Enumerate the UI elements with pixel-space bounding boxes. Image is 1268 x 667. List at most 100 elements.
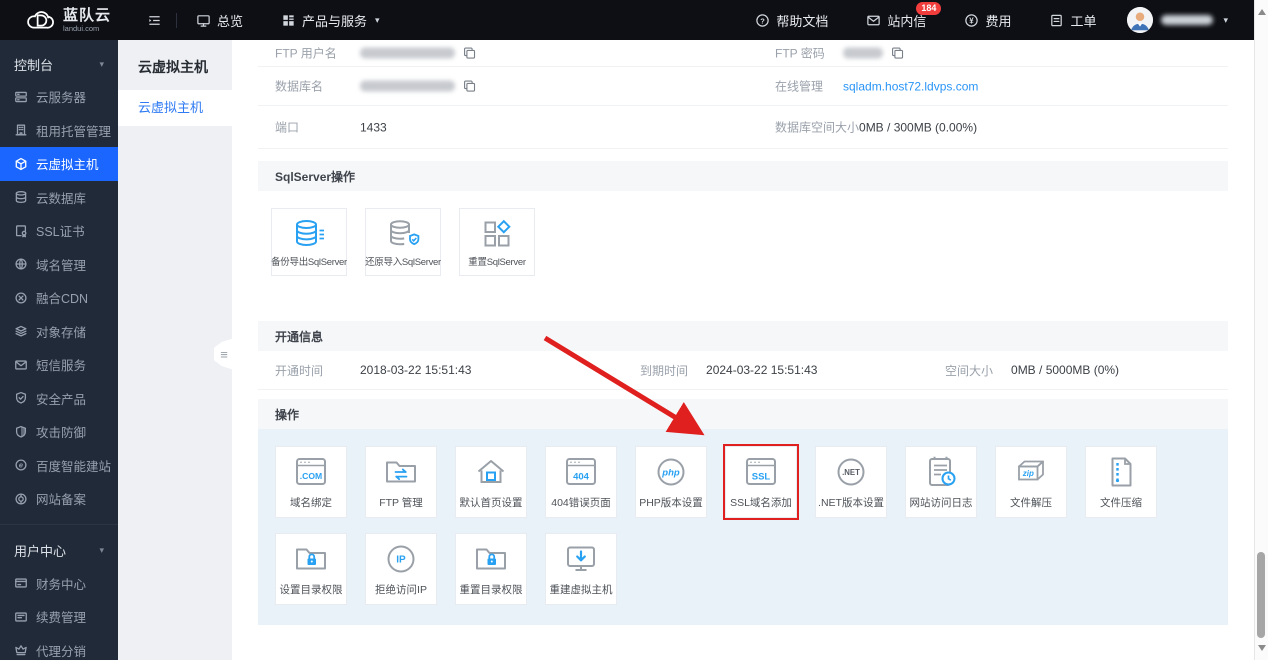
action-card[interactable]: 网站访问日志 bbox=[905, 446, 977, 518]
sidebar-item[interactable]: 租用托管管理 bbox=[0, 114, 118, 148]
certificate-icon bbox=[14, 224, 28, 238]
sidebar-item[interactable]: SSL证书 bbox=[0, 214, 118, 248]
topbar-menu: 总览 产品与服务 ▾ bbox=[177, 0, 399, 40]
sqlserver-action-card[interactable]: 备份导出SqlServer bbox=[271, 208, 347, 276]
action-card[interactable]: 文件压缩 bbox=[1085, 446, 1157, 518]
sidebar-item[interactable]: 云服务器 bbox=[0, 80, 118, 114]
page-scrollbar[interactable] bbox=[1254, 0, 1268, 660]
card-label: 域名绑定 bbox=[290, 495, 332, 510]
sidebar-group-title: 控制台 bbox=[14, 55, 53, 74]
scroll-up-arrow[interactable] bbox=[1258, 5, 1266, 15]
card-label: FTP 管理 bbox=[379, 495, 423, 510]
folder-lock2-icon bbox=[471, 539, 511, 579]
sidebar-item[interactable]: 代理分销 bbox=[0, 634, 118, 667]
sidebar-item-label: 安全产品 bbox=[36, 389, 86, 408]
online-manage-link[interactable]: sqladm.host72.ldvps.com bbox=[843, 79, 978, 93]
error-404-icon: 404 bbox=[561, 452, 601, 492]
sidebar-item[interactable]: 安全产品 bbox=[0, 382, 118, 416]
topbar-menu-item[interactable]: 总览 bbox=[177, 0, 262, 40]
action-card[interactable]: php PHP版本设置 bbox=[635, 446, 707, 518]
action-card[interactable]: 404 404错误页面 bbox=[545, 446, 617, 518]
sidebar-items-user: 财务中心 续费管理 代理分销 bbox=[0, 567, 118, 667]
sidebar-item[interactable]: e 百度智能建站 bbox=[0, 449, 118, 483]
sidebar-item-label: 攻击防御 bbox=[36, 422, 86, 441]
action-card[interactable]: 重建虚拟主机 bbox=[545, 533, 617, 605]
sidebar-item[interactable]: 域名管理 bbox=[0, 248, 118, 282]
logo-title: 蓝队云 bbox=[63, 8, 111, 23]
detail-row: 数据库名 在线管理 sqladm.host72.ldvps.com bbox=[258, 67, 1228, 106]
card-label: 默认首页设置 bbox=[460, 495, 523, 510]
detail-pair-right: 数据库空间大小 0MB / 300MB (0.00%) bbox=[775, 119, 977, 136]
action-card[interactable]: 设置目录权限 bbox=[275, 533, 347, 605]
sidebar-section-console: 控制台 ▾ 云服务器 租用托管管理 云虚拟主机 bbox=[0, 40, 118, 516]
sidebar-item[interactable]: 财务中心 bbox=[0, 567, 118, 601]
unzip-icon: zip bbox=[1011, 452, 1051, 492]
field-label: 到期时间 bbox=[640, 362, 688, 379]
topbar-right: ? 帮助文档 站内信 184 ¥ 费用 工 bbox=[736, 0, 1254, 40]
action-card[interactable]: IP 拒绝访问IP bbox=[365, 533, 437, 605]
sidebar-item-label: 域名管理 bbox=[36, 255, 86, 274]
sidebar-item[interactable]: 云虚拟主机 bbox=[0, 147, 118, 181]
sidebar-item[interactable]: 续费管理 bbox=[0, 600, 118, 634]
username-masked bbox=[1161, 15, 1213, 25]
sqlserver-cards: 备份导出SqlServer 还原导入SqlServer 重置SqlServer bbox=[271, 208, 1228, 276]
sidebar-item-label: 租用托管管理 bbox=[36, 121, 111, 140]
sidebar-item[interactable]: 对象存储 bbox=[0, 315, 118, 349]
help-icon: ? bbox=[755, 13, 770, 28]
sidebar-item[interactable]: 网站备案 bbox=[0, 482, 118, 516]
copy-icon[interactable] bbox=[463, 47, 476, 60]
card-label: 设置目录权限 bbox=[280, 582, 343, 597]
action-card[interactable]: 默认首页设置 bbox=[455, 446, 527, 518]
database-icon bbox=[14, 190, 28, 204]
sidebar-item[interactable]: 攻击防御 bbox=[0, 415, 118, 449]
user-menu[interactable]: ▾ bbox=[1115, 0, 1240, 40]
detail-row: 端口 1433 数据库空间大小 0MB / 300MB (0.00%) bbox=[258, 106, 1228, 149]
scroll-thumb[interactable] bbox=[1257, 552, 1265, 638]
svg-text:404: 404 bbox=[573, 472, 590, 483]
sidebar-item[interactable]: 短信服务 bbox=[0, 348, 118, 382]
shield-half-icon bbox=[14, 425, 28, 439]
fee-icon: ¥ bbox=[964, 13, 979, 28]
topbar-menu-label: 产品与服务 bbox=[302, 11, 367, 30]
sidebar-group-console[interactable]: 控制台 ▾ bbox=[0, 48, 118, 80]
secondary-sidebar-item[interactable]: 云虚拟主机 bbox=[118, 90, 232, 126]
topbar-right-item[interactable]: 工单 bbox=[1030, 0, 1115, 40]
dotnet-icon: .NET bbox=[831, 452, 871, 492]
topbar-right-item[interactable]: ? 帮助文档 bbox=[736, 0, 847, 40]
action-card[interactable]: .COM 域名绑定 bbox=[275, 446, 347, 518]
caret-down-icon: ▾ bbox=[375, 15, 380, 26]
cloud-console-page: { "topbar": { "logo": {"title": "蓝队云", "… bbox=[0, 0, 1268, 660]
sidebar-item-label: 代理分销 bbox=[36, 641, 86, 660]
db-export-icon bbox=[289, 214, 329, 254]
topbar-menu-item[interactable]: 产品与服务 ▾ bbox=[262, 0, 399, 40]
svg-text:e: e bbox=[19, 461, 23, 470]
copy-icon[interactable] bbox=[891, 47, 904, 60]
collapse-menu-button[interactable] bbox=[133, 0, 176, 40]
action-card[interactable]: 重置目录权限 bbox=[455, 533, 527, 605]
action-card[interactable]: SSL SSL域名添加 bbox=[725, 446, 797, 518]
topbar-right-item[interactable]: 站内信 184 bbox=[847, 0, 945, 40]
sidebar-item[interactable]: 云数据库 bbox=[0, 181, 118, 215]
landui-logo[interactable]: 蓝队云 landui.com bbox=[0, 7, 111, 34]
action-card[interactable]: zip 文件解压 bbox=[995, 446, 1067, 518]
sidebar-item-label: 短信服务 bbox=[36, 355, 86, 374]
topbar-right-item[interactable]: ¥ 费用 bbox=[945, 0, 1030, 40]
scroll-down-arrow[interactable] bbox=[1258, 645, 1266, 655]
sidebar-group-user[interactable]: 用户中心 ▾ bbox=[0, 535, 118, 567]
action-card[interactable]: .NET .NET版本设置 bbox=[815, 446, 887, 518]
open-info-field: 空间大小 0MB / 5000MB (0%) bbox=[945, 362, 1119, 379]
sidebar-item[interactable]: 融合CDN bbox=[0, 281, 118, 315]
browser-e-icon: e bbox=[14, 458, 28, 472]
cube-icon bbox=[14, 157, 28, 171]
sidebar-item-label: 续费管理 bbox=[36, 607, 86, 626]
card-label: SSL域名添加 bbox=[730, 495, 792, 510]
collapse-icon bbox=[147, 13, 162, 28]
action-card[interactable]: FTP 管理 bbox=[365, 446, 437, 518]
globe-icon bbox=[14, 257, 28, 271]
topbar-right-label: 工单 bbox=[1070, 11, 1096, 30]
svg-text:.COM: .COM bbox=[300, 471, 322, 481]
copy-icon[interactable] bbox=[463, 80, 476, 93]
sqlserver-action-card[interactable]: 还原导入SqlServer bbox=[365, 208, 441, 276]
sidebar-item-label: 财务中心 bbox=[36, 574, 86, 593]
sqlserver-action-card[interactable]: 重置SqlServer bbox=[459, 208, 535, 276]
